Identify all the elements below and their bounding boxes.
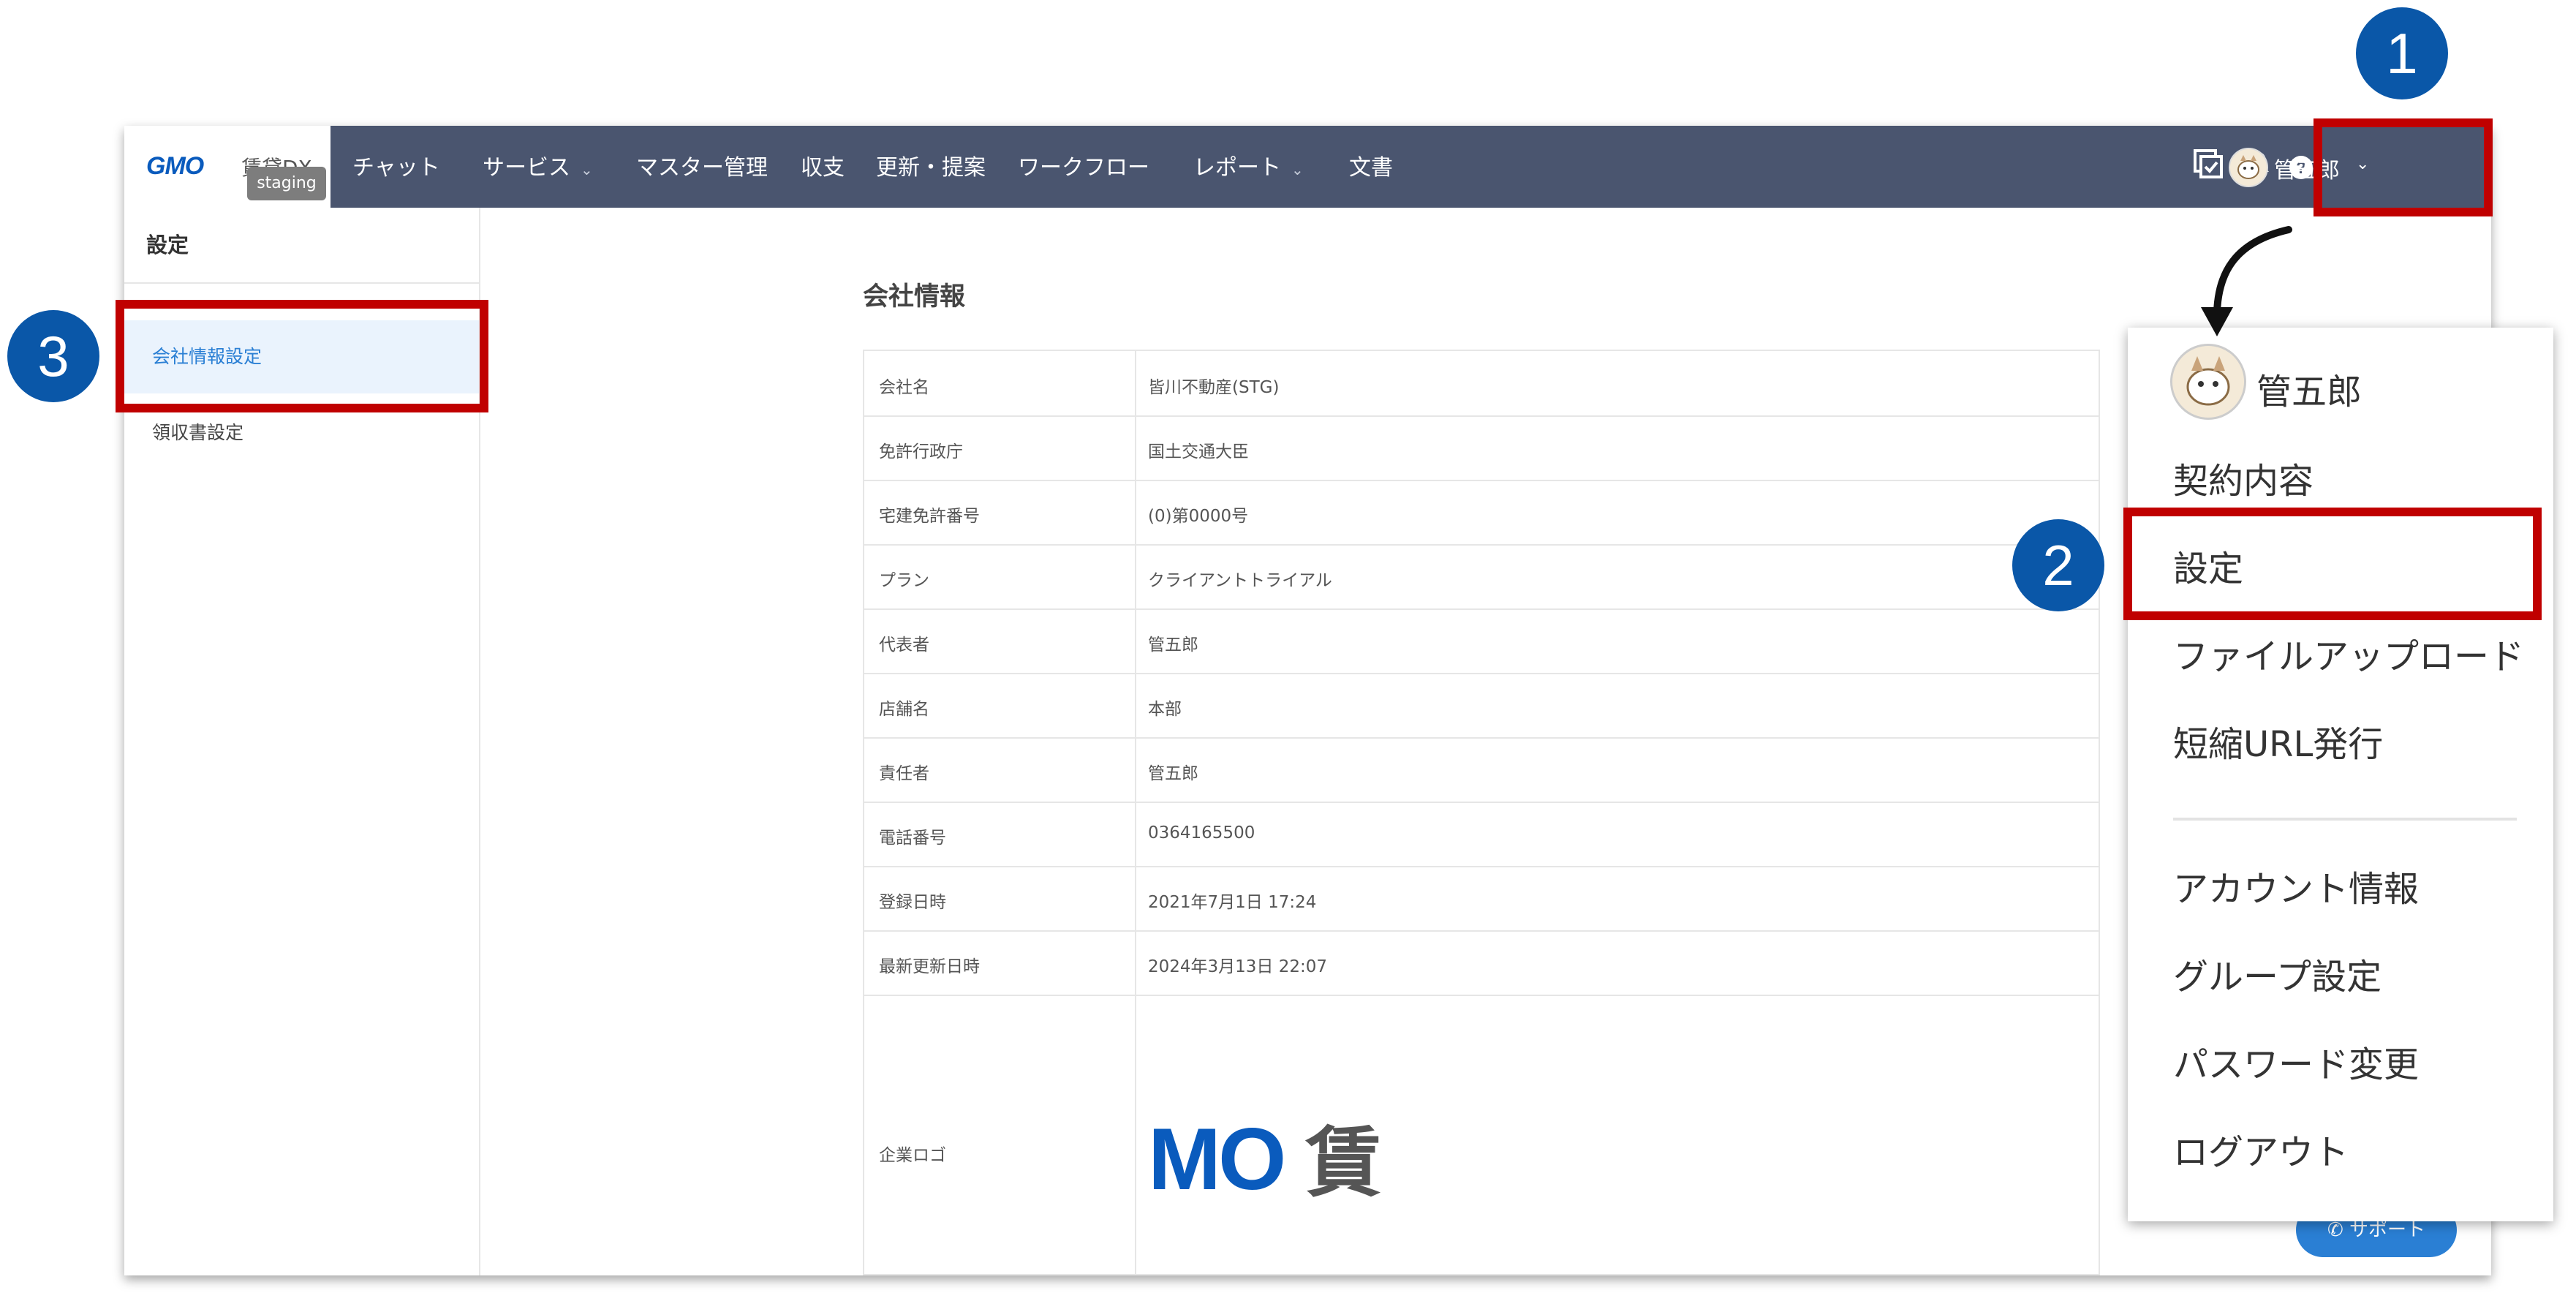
nav-item-workflow[interactable]: ワークフロー (1018, 149, 1149, 181)
row-key: 電話番号 (879, 829, 946, 848)
table-row: 最新更新日時 2024年3月13日 22:07 (864, 930, 2099, 996)
row-value: 本部 (1148, 700, 1182, 719)
user-dropdown-menu: 管五郎 契約内容 設定 ファイルアップロード 短縮URL発行 アカウント情報 グ… (2128, 328, 2553, 1221)
table-row: 免許行政庁 国土交通大臣 (864, 415, 2099, 481)
table-row: 企業ロゴ (864, 995, 2099, 1274)
company-info-table: 会社名 皆川不動産(STG) 免許行政庁 国土交通大臣 宅建免許番号 (0)第0… (863, 350, 2100, 1275)
row-key: 会社名 (879, 378, 929, 397)
table-row: 代表者 管五郎 (864, 608, 2099, 674)
sidebar-title: 設定 (146, 233, 189, 257)
row-key: 企業ロゴ (879, 1146, 946, 1165)
divider (124, 282, 479, 284)
top-navbar: GMO 賃貸DX staging チャット サービス⌄ マスター管理 収支 更新… (124, 126, 2491, 208)
nav-item-documents[interactable]: 文書 (1349, 149, 1393, 181)
table-row: プラン クライアントトライアル (864, 544, 2099, 610)
nav-item-master[interactable]: マスター管理 (636, 149, 768, 181)
avatar[interactable] (2229, 148, 2268, 187)
row-value: クライアントトライアル (1148, 571, 1332, 590)
phone-icon: ✆ (2327, 1219, 2350, 1241)
menu-item-contract[interactable]: 契約内容 (2173, 452, 2314, 503)
menu-item-password-change[interactable]: パスワード変更 (2173, 1036, 2419, 1087)
row-key: 宅建免許番号 (879, 507, 980, 526)
row-key: 代表者 (879, 636, 929, 655)
nav-item-report[interactable]: レポート ⌄ (1193, 149, 1304, 181)
highlight-box-company-info (116, 300, 488, 412)
row-key: 最新更新日時 (879, 957, 980, 976)
company-logo-image: MO 賃 (1148, 1110, 1381, 1208)
row-key: 登録日時 (879, 893, 946, 912)
row-value: 2024年3月13日 22:07 (1148, 957, 1328, 976)
chevron-down-icon: ⌄ (1291, 161, 1304, 178)
logo-area[interactable]: GMO 賃貸DX staging (124, 126, 331, 208)
table-row: 会社名 皆川不動産(STG) (864, 351, 2099, 417)
chevron-down-icon: ⌄ (581, 161, 593, 178)
row-value: 管五郎 (1148, 636, 1198, 655)
row-value: 2021年7月1日 17:24 (1148, 893, 1317, 912)
row-value: 国土交通大臣 (1148, 442, 1249, 461)
row-value: 管五郎 (1148, 764, 1198, 783)
step-badge-3: 3 (7, 310, 99, 402)
menu-item-file-upload[interactable]: ファイルアップロード (2173, 627, 2524, 679)
step-badge-2: 2 (2012, 519, 2104, 611)
menu-item-group-settings[interactable]: グループ設定 (2173, 948, 2382, 999)
table-row: 責任者 管五郎 (864, 737, 2099, 803)
row-key: 免許行政庁 (879, 442, 963, 461)
dropdown-user-name: 管五郎 (2256, 372, 2362, 412)
nav-item-balance[interactable]: 収支 (801, 149, 845, 181)
table-row: 登録日時 2021年7月1日 17:24 (864, 866, 2099, 932)
row-key: プラン (879, 571, 929, 590)
table-row: 電話番号 0364165500 (864, 802, 2099, 867)
menu-item-account-info[interactable]: アカウント情報 (2173, 860, 2419, 911)
page-title: 会社情報 (863, 282, 966, 312)
arrow-icon (2201, 226, 2292, 336)
row-value: 0364165500 (1148, 823, 1255, 842)
row-value: (0)第0000号 (1148, 507, 1249, 526)
env-badge: staging (247, 167, 326, 200)
highlight-box-user-menu (2314, 118, 2493, 216)
task-check-icon[interactable] (2192, 148, 2224, 186)
nav-item-chat[interactable]: チャット (352, 149, 440, 181)
menu-item-logout[interactable]: ログアウト (2173, 1123, 2349, 1175)
nav-item-service[interactable]: サービス ⌄ (483, 149, 593, 181)
brand-logo: GMO (146, 152, 204, 180)
highlight-box-settings (2123, 508, 2542, 620)
divider (2173, 818, 2517, 821)
avatar (2170, 344, 2246, 420)
row-key: 店舗名 (879, 700, 929, 719)
step-badge-1: 1 (2356, 7, 2448, 99)
row-key: 責任者 (879, 764, 929, 783)
menu-item-short-url[interactable]: 短縮URL発行 (2173, 715, 2383, 766)
row-value: 皆川不動産(STG) (1148, 378, 1280, 397)
table-row: 宅建免許番号 (0)第0000号 (864, 480, 2099, 546)
nav-item-renewal[interactable]: 更新・提案 (876, 149, 986, 181)
table-row: 店舗名 本部 (864, 673, 2099, 739)
